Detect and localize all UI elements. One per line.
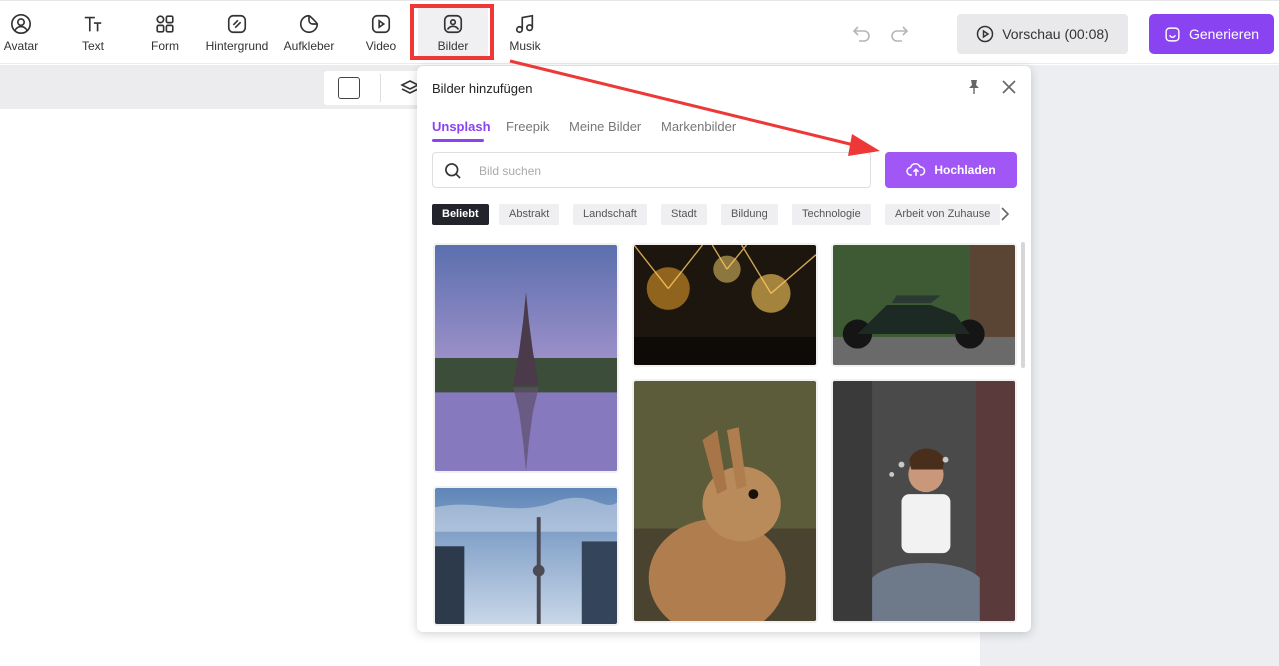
tool-avatar[interactable]: Avatar <box>0 6 56 58</box>
tab-freepik[interactable]: Freepik <box>506 119 549 134</box>
top-toolbar: Avatar Text Form Hintergrund Aufkleber V… <box>0 0 1279 64</box>
tool-label: Video <box>365 39 397 53</box>
image-thumbnail-bubbles-girl[interactable] <box>831 379 1017 623</box>
user-circle-icon <box>11 14 31 34</box>
tab-brand-images[interactable]: Markenbilder <box>661 119 736 134</box>
text-icon <box>84 16 102 32</box>
add-images-panel: Bilder hinzufügen Unsplash Freepik Meine… <box>417 66 1031 632</box>
image-thumbnail-city-tower[interactable] <box>433 486 619 626</box>
image-thumbnail-motorcycle[interactable] <box>831 243 1017 367</box>
preview-label: Vorschau (00:08) <box>1002 26 1109 42</box>
sticker-icon <box>299 14 319 34</box>
tool-label: Avatar <box>3 39 39 53</box>
pin-icon[interactable] <box>965 78 983 96</box>
tool-video[interactable]: Video <box>346 6 416 58</box>
undo-icon[interactable] <box>851 23 873 43</box>
tool-music[interactable]: Musik <box>490 6 560 58</box>
image-thumbnail-concert[interactable] <box>632 243 818 367</box>
girl-blowing-bubbles-photo <box>833 381 1015 621</box>
search-icon <box>445 163 461 179</box>
generate-icon <box>1165 26 1180 42</box>
panel-scrollbar[interactable] <box>1021 242 1025 368</box>
preview-button[interactable]: Vorschau (00:08) <box>957 14 1128 54</box>
play-circle-icon <box>976 25 994 43</box>
generate-label: Generieren <box>1188 26 1260 42</box>
video-icon <box>371 14 391 34</box>
cloud-upload-icon <box>906 163 926 176</box>
tool-label: Bilder <box>437 39 469 53</box>
tool-label: Form <box>151 39 179 53</box>
shapes-icon <box>156 15 174 33</box>
active-tab-indicator <box>432 139 484 142</box>
tab-unsplash[interactable]: Unsplash <box>432 119 491 134</box>
music-icon <box>515 14 534 34</box>
image-icon <box>443 14 463 34</box>
chip-landschaft[interactable]: Landschaft <box>573 204 647 225</box>
tool-label: Aufkleber <box>283 39 335 53</box>
upload-button[interactable]: Hochladen <box>885 152 1017 188</box>
redo-icon[interactable] <box>888 23 910 43</box>
chip-arbeit-von-zuhause[interactable]: Arbeit von Zuhause <box>885 204 1001 225</box>
tool-label: Hintergrund <box>205 39 269 53</box>
tool-label: Musik <box>509 39 541 53</box>
tool-images[interactable]: Bilder <box>418 6 488 58</box>
chip-stadt[interactable]: Stadt <box>661 204 707 225</box>
generate-button[interactable]: Generieren <box>1149 14 1274 54</box>
concert-lights-photo <box>634 245 816 365</box>
divider <box>380 74 381 102</box>
chip-abstrakt[interactable]: Abstrakt <box>499 204 560 225</box>
rabbit-photo <box>634 381 816 621</box>
app-root: Avatar Text Form Hintergrund Aufkleber V… <box>0 0 1279 666</box>
eiffel-tower-photo <box>435 245 617 471</box>
upload-label: Hochladen <box>934 163 996 177</box>
tool-form[interactable]: Form <box>130 6 200 58</box>
chip-bildung[interactable]: Bildung <box>721 204 778 225</box>
tool-text[interactable]: Text <box>58 6 128 58</box>
tool-label: Text <box>81 39 104 53</box>
image-thumbnail-rabbit[interactable] <box>632 379 818 623</box>
chip-technologie[interactable]: Technologie <box>792 204 871 225</box>
background-icon <box>227 14 247 34</box>
search-input[interactable] <box>479 160 859 182</box>
select-checkbox[interactable] <box>338 77 360 99</box>
tool-background[interactable]: Hintergrund <box>202 6 272 58</box>
close-icon[interactable] <box>1001 79 1017 95</box>
tool-sticker[interactable]: Aufkleber <box>274 6 344 58</box>
chip-beliebt[interactable]: Beliebt <box>432 204 489 225</box>
tab-my-images[interactable]: Meine Bilder <box>569 119 641 134</box>
panel-title: Bilder hinzufügen <box>432 81 533 96</box>
image-thumbnail-eiffel-tower[interactable] <box>433 243 619 473</box>
motorcycle-photo <box>833 245 1015 365</box>
image-search[interactable] <box>432 152 871 188</box>
chevron-right-icon[interactable] <box>1000 207 1010 221</box>
city-tower-skyline-photo <box>435 488 617 624</box>
